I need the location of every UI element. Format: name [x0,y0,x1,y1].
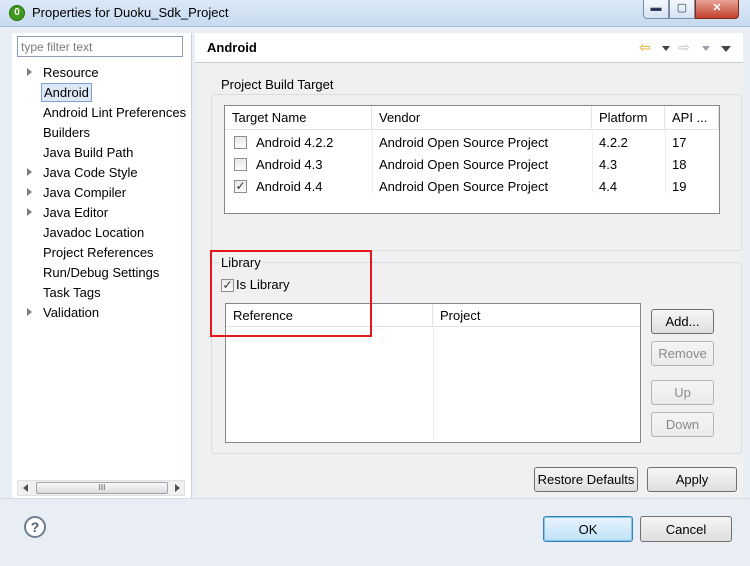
sidebar-item[interactable]: Builders [12,123,190,142]
expand-arrow-icon[interactable] [27,308,32,316]
table-cell-api: 17 [672,135,687,150]
page-title: Android [207,40,257,55]
table-cell-name: Android 4.2.2 [256,135,334,150]
table-cell-api: 19 [672,179,687,194]
target-checkbox[interactable] [234,136,247,149]
sidebar-item-label: Java Compiler [43,185,127,200]
sidebar-item[interactable]: Task Tags [12,283,190,302]
column-header-project[interactable]: Project [433,304,640,327]
ok-button[interactable]: OK [543,516,633,542]
sidebar-item[interactable]: Java Build Path [12,143,190,162]
sidebar-item[interactable]: Validation [12,303,190,322]
bottom-separator [0,498,750,499]
restore-defaults-button[interactable]: Restore Defaults [534,467,638,492]
table-cell-vendor: Android Open Source Project [379,179,549,194]
maximize-button[interactable]: ▢ [669,0,695,19]
sidebar-item-label: Java Code Style [43,165,138,180]
sidebar-item[interactable]: Android [12,83,190,102]
sidebar-item-label: Android [41,83,92,102]
table-cell-platform: 4.2.2 [599,135,628,150]
expand-arrow-icon[interactable] [27,208,32,216]
library-group-label: Library [219,255,263,270]
view-menu-icon[interactable] [721,46,731,52]
minimize-button[interactable]: ▬ [643,0,669,19]
sidebar-item-label: Run/Debug Settings [43,265,160,280]
sidebar-item[interactable]: Java Editor [12,203,190,222]
page-header: Android ⇦ ⇨ [195,33,743,63]
expand-arrow-icon[interactable] [27,168,32,176]
move-down-button[interactable]: Down [651,412,714,437]
remove-library-button[interactable]: Remove [651,341,714,366]
cancel-button[interactable]: Cancel [640,516,732,542]
sidebar-item-label: Project References [43,245,154,260]
close-button[interactable]: ✕ [695,0,739,19]
sidebar-item[interactable]: Java Code Style [12,163,190,182]
filter-input[interactable] [17,36,183,57]
column-header-api[interactable]: API ... [665,106,719,130]
expand-arrow-icon[interactable] [27,188,32,196]
table-cell-platform: 4.4 [599,179,618,194]
sidebar-item-label: Task Tags [43,285,101,300]
is-library-label[interactable]: Is Library [236,277,289,292]
table-cell-api: 18 [672,157,687,172]
title-bar[interactable]: 0 Properties for Duoku_Sdk_Project ▬ ▢ ✕ [0,0,750,27]
table-cell-vendor: Android Open Source Project [379,157,549,172]
target-checkbox[interactable]: ✓ [234,180,247,193]
sidebar-item[interactable]: Javadoc Location [12,223,190,242]
properties-dialog: 0 Properties for Duoku_Sdk_Project ▬ ▢ ✕… [0,0,750,566]
sidebar-item-label: Resource [43,65,99,80]
sidebar-item-label: Validation [43,305,100,320]
sidebar: Resource Android Android Lint Preferences B… [12,33,192,498]
add-library-button[interactable]: Add... [651,309,714,334]
table-cell-vendor: Android Open Source Project [379,135,549,150]
column-divider [372,130,373,193]
sidebar-item-label: Javadoc Location [43,225,145,240]
sidebar-item[interactable]: Resource [12,63,190,82]
apply-button[interactable]: Apply [647,467,737,492]
sidebar-item[interactable]: Android Lint Preferences [12,103,190,122]
sidebar-item-label: Builders [43,125,90,140]
is-library-checkbox[interactable]: ✓ [221,279,234,292]
scroll-right-arrow-icon[interactable] [175,484,180,492]
window-title: Properties for Duoku_Sdk_Project [32,5,229,20]
sidebar-item-label: Java Editor [43,205,109,220]
forward-history-dropdown-icon[interactable] [702,46,710,51]
table-cell-name: Android 4.4 [256,179,323,194]
back-history-dropdown-icon[interactable] [662,46,670,51]
sidebar-item[interactable]: Run/Debug Settings [12,263,190,282]
build-target-table: Target Name Vendor Platform API ... Andr… [224,105,720,214]
android-properties-page: Android ⇦ ⇨ Project Build Target Target … [195,33,743,498]
sidebar-horizontal-scrollbar[interactable]: III [17,480,185,496]
button-text: Restore Defaults [537,472,635,487]
column-header-target-name[interactable]: Target Name [225,106,372,130]
scroll-left-arrow-icon[interactable] [23,484,28,492]
target-checkbox[interactable] [234,158,247,171]
expand-arrow-icon[interactable] [27,68,32,76]
forward-arrow-icon[interactable]: ⇨ [678,39,690,55]
table-cell-platform: 4.3 [599,157,618,172]
column-divider [592,130,593,193]
sidebar-item[interactable]: Project References [12,243,190,262]
column-header-reference[interactable]: Reference [226,304,433,327]
button-text: Apply [675,472,709,487]
sidebar-item-label: Android Lint Preferences [43,105,187,120]
eclipse-app-icon: 0 [9,5,25,21]
build-target-group-label: Project Build Target [219,77,336,92]
column-header-vendor[interactable]: Vendor [372,106,592,130]
library-references-table: Reference Project [225,303,641,443]
column-divider [665,130,666,193]
sidebar-item[interactable]: Java Compiler [12,183,190,202]
table-cell-name: Android 4.3 [256,157,323,172]
back-arrow-icon[interactable]: ⇦ [639,39,651,55]
help-icon[interactable]: ? [24,516,46,538]
column-divider [433,327,434,442]
scroll-thumb[interactable]: III [36,482,168,494]
column-header-platform[interactable]: Platform [592,106,665,130]
sidebar-item-label: Java Build Path [43,145,134,160]
move-up-button[interactable]: Up [651,380,714,405]
